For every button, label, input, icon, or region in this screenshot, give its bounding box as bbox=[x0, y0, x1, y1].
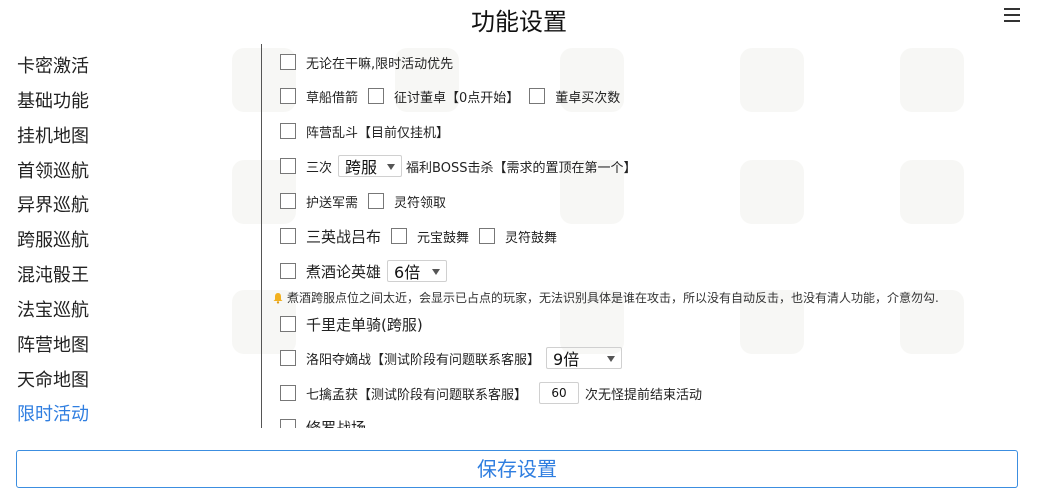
sidebar-item-idle-map[interactable]: 挂机地图 bbox=[17, 122, 89, 148]
option-row: 三英战吕布 元宝鼓舞 灵符鼓舞 bbox=[280, 225, 557, 247]
sidebar-item-treasure-cruise[interactable]: 法宝巡航 bbox=[17, 296, 89, 322]
checkbox[interactable] bbox=[280, 228, 296, 244]
menu-icon[interactable] bbox=[1004, 8, 1020, 22]
page-title: 功能设置 bbox=[471, 8, 567, 36]
note-text: 煮酒跨服点位之间太近，会显示已占点的玩家，无法识别具体是谁在攻击，所以没有自动反… bbox=[287, 291, 939, 305]
chevron-down-icon bbox=[387, 164, 396, 170]
option-row: 千里走单骑(跨服) bbox=[280, 313, 423, 335]
option-row: 七擒孟获【测试阶段有问题联系客服】 60 次无怪提前结束活动 bbox=[280, 382, 702, 404]
checkbox[interactable] bbox=[368, 88, 385, 104]
option-label: 元宝鼓舞 bbox=[417, 230, 470, 246]
option-label: 草船借箭 bbox=[306, 90, 359, 106]
sidebar-item-limited-events[interactable]: 限时活动 bbox=[17, 400, 89, 426]
option-row: 修罗战场 bbox=[280, 416, 366, 428]
option-label: 无论在干嘛,限时活动优先 bbox=[306, 56, 454, 72]
sidebar-item-chaos-dice[interactable]: 混沌骰王 bbox=[17, 261, 89, 287]
option-label: 煮酒论英雄 bbox=[306, 262, 382, 281]
option-label: 福利BOSS击杀【需求的置顶在第一个】 bbox=[406, 160, 637, 176]
option-row: 无论在干嘛,限时活动优先 bbox=[280, 51, 453, 73]
sidebar-item-destiny-map[interactable]: 天命地图 bbox=[17, 366, 89, 392]
option-label: 护送军需 bbox=[306, 195, 359, 211]
sidebar-item-cross-server-cruise[interactable]: 跨服巡航 bbox=[17, 226, 89, 252]
option-label: 灵符鼓舞 bbox=[505, 230, 558, 246]
option-row: 三次 跨服 福利BOSS击杀【需求的置顶在第一个】 bbox=[280, 155, 636, 177]
checkbox[interactable] bbox=[280, 350, 296, 366]
chevron-down-icon bbox=[607, 356, 616, 362]
option-row: 洛阳夺嫡战【测试阶段有问题联系客服】 9倍 bbox=[280, 347, 623, 369]
option-row: 草船借箭 征讨董卓【0点开始】 董卓买次数 bbox=[280, 85, 620, 107]
checkbox[interactable] bbox=[368, 193, 385, 209]
option-label: 征讨董卓【0点开始】 bbox=[394, 90, 520, 106]
option-label: 次无怪提前结束活动 bbox=[585, 387, 703, 403]
checkbox[interactable] bbox=[479, 228, 496, 244]
bell-icon bbox=[273, 292, 283, 304]
option-row: 阵营乱斗【目前仅挂机】 bbox=[280, 120, 449, 142]
checkbox[interactable] bbox=[280, 54, 296, 70]
checkbox[interactable] bbox=[280, 316, 296, 332]
server-select[interactable]: 跨服 bbox=[338, 155, 403, 177]
checkbox[interactable] bbox=[280, 193, 296, 209]
option-label: 灵符领取 bbox=[394, 195, 447, 211]
header: 功能设置 bbox=[0, 0, 1038, 36]
sidebar-item-basic-functions[interactable]: 基础功能 bbox=[17, 87, 89, 113]
checkbox[interactable] bbox=[280, 419, 296, 428]
option-label: 董卓买次数 bbox=[555, 90, 621, 106]
checkbox[interactable] bbox=[280, 385, 296, 401]
option-row: 煮酒论英雄 6倍 bbox=[280, 260, 448, 282]
checkbox[interactable] bbox=[280, 88, 296, 104]
option-label: 阵营乱斗【目前仅挂机】 bbox=[306, 125, 450, 141]
option-label: 修罗战场 bbox=[306, 418, 367, 429]
options-panel: 无论在干嘛,限时活动优先 草船借箭 征讨董卓【0点开始】 董卓买次数 阵营乱斗【… bbox=[262, 44, 1038, 428]
checkbox[interactable] bbox=[391, 228, 408, 244]
count-input[interactable]: 60 bbox=[539, 382, 580, 404]
multiplier-select[interactable]: 6倍 bbox=[387, 260, 448, 282]
option-label: 千里走单骑(跨服) bbox=[306, 315, 423, 334]
option-row: 护送军需 灵符领取 bbox=[280, 190, 446, 212]
option-label: 七擒孟获【测试阶段有问题联系客服】 bbox=[306, 387, 528, 403]
option-label: 三次 bbox=[306, 160, 333, 176]
option-label: 三英战吕布 bbox=[306, 227, 382, 246]
checkbox[interactable] bbox=[280, 123, 296, 139]
option-label: 洛阳夺嫡战【测试阶段有问题联系客服】 bbox=[306, 352, 541, 368]
chevron-down-icon bbox=[432, 269, 441, 275]
sidebar-item-faction-map[interactable]: 阵营地图 bbox=[17, 331, 89, 357]
sidebar-item-card-activation[interactable]: 卡密激活 bbox=[17, 52, 89, 78]
warning-note: 煮酒跨服点位之间太近，会显示已占点的玩家，无法识别具体是谁在攻击，所以没有自动反… bbox=[272, 289, 939, 306]
checkbox[interactable] bbox=[280, 158, 296, 174]
sidebar-item-otherworld-cruise[interactable]: 异界巡航 bbox=[17, 191, 89, 217]
checkbox[interactable] bbox=[280, 263, 296, 279]
save-button[interactable]: 保存设置 bbox=[16, 450, 1018, 488]
multiplier-select[interactable]: 9倍 bbox=[546, 347, 623, 369]
sidebar-item-boss-cruise[interactable]: 首领巡航 bbox=[17, 157, 89, 183]
checkbox[interactable] bbox=[529, 88, 546, 104]
